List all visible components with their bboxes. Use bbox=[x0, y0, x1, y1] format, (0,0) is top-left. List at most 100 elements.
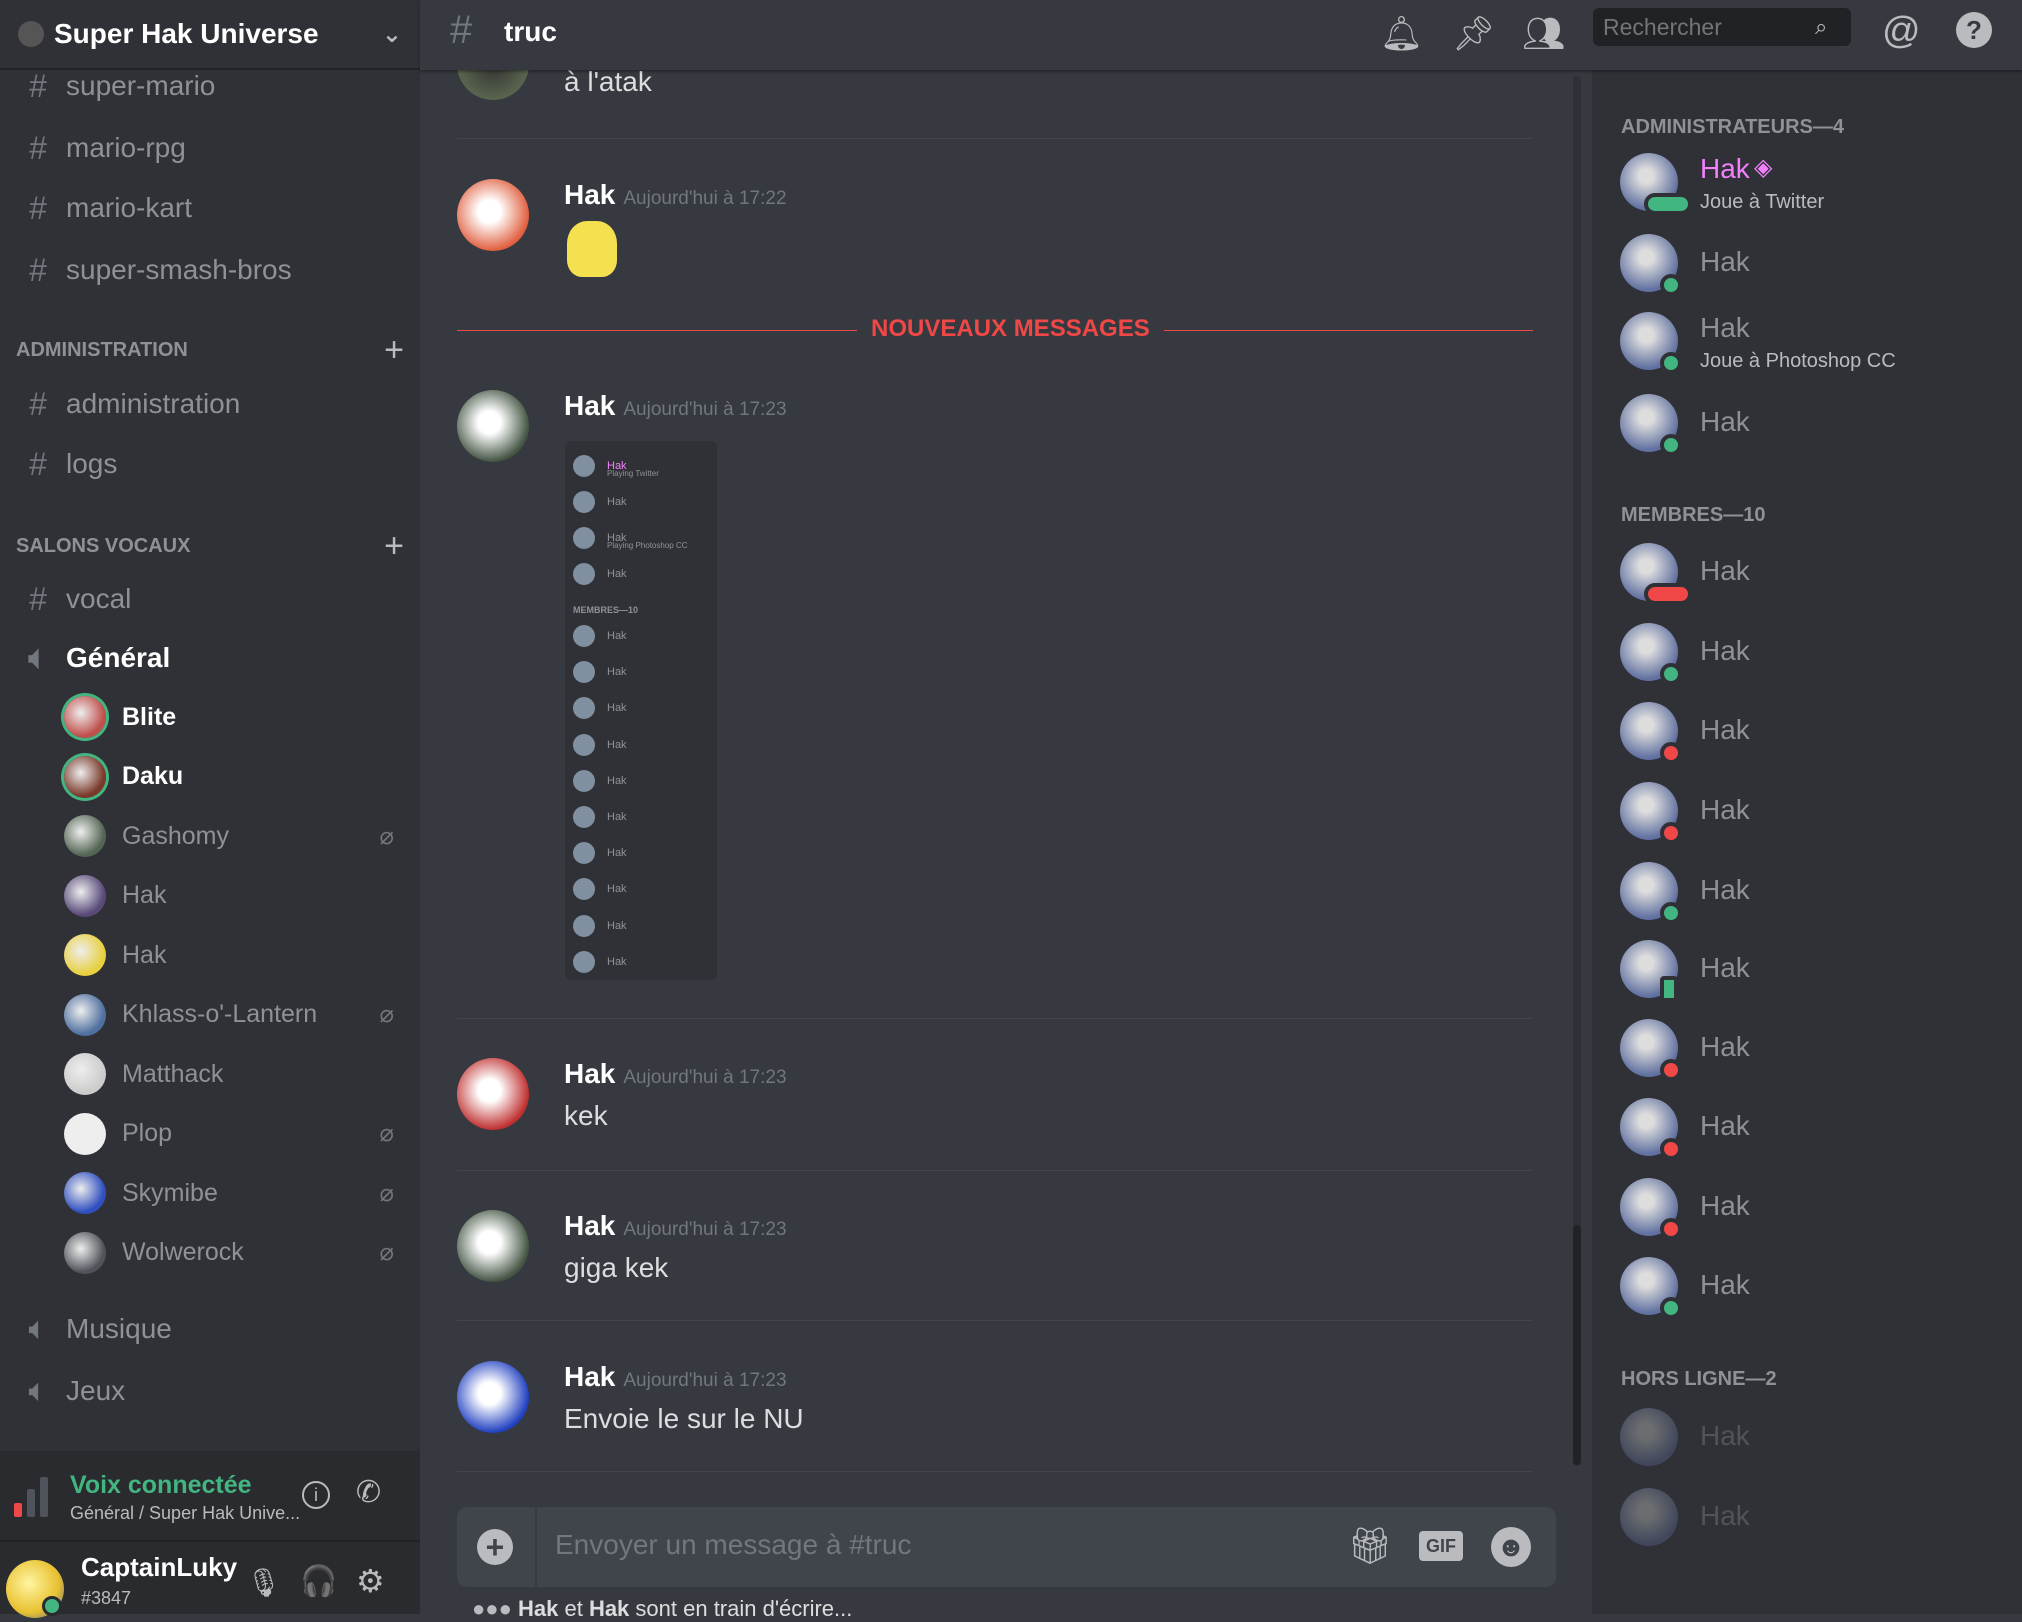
author-name[interactable]: Hak bbox=[564, 1058, 615, 1089]
avatar[interactable] bbox=[457, 390, 529, 462]
voice-user[interactable]: Daku bbox=[64, 752, 394, 802]
member-item[interactable]: Hak bbox=[1620, 234, 2010, 296]
member-name: Hak bbox=[1700, 714, 1750, 745]
voice-user[interactable]: Blite bbox=[64, 692, 394, 742]
voice-user[interactable]: Hak bbox=[64, 930, 394, 980]
muted-microphone-icon: ⌀ bbox=[379, 1001, 394, 1028]
server-icon bbox=[18, 21, 44, 47]
member-name: Hak bbox=[1700, 1420, 1750, 1451]
headphones-icon[interactable]: 🎧 bbox=[300, 1564, 337, 1599]
member-name: Hak bbox=[1700, 1031, 1750, 1062]
member-item[interactable]: Hak bbox=[1620, 782, 2010, 844]
member-item[interactable]: Hak bbox=[1620, 1257, 2010, 1319]
avatar[interactable] bbox=[457, 1058, 529, 1130]
member-list-icon[interactable]: 👥︎ bbox=[1522, 14, 1565, 54]
image-name: Hak bbox=[607, 738, 627, 751]
image-name: Hak bbox=[607, 811, 627, 823]
author-name[interactable]: Hak bbox=[564, 1210, 615, 1241]
member-item[interactable]: Hak bbox=[1620, 623, 2010, 685]
online-status-icon bbox=[42, 1596, 62, 1616]
author-name[interactable]: Hak bbox=[564, 179, 615, 210]
author-name[interactable]: Hak bbox=[564, 390, 615, 421]
avatar[interactable] bbox=[457, 1361, 529, 1433]
member-name: Hak bbox=[1700, 1190, 1750, 1221]
member-item[interactable]: Hak bbox=[1620, 1178, 2010, 1240]
voice-user-name: Wolwerock bbox=[122, 1238, 244, 1266]
help-icon[interactable]: ? bbox=[1956, 12, 1992, 48]
gif-button[interactable]: GIF bbox=[1419, 1531, 1463, 1561]
voice-user[interactable]: Plop ⌀ bbox=[64, 1109, 394, 1159]
emoji-icon[interactable]: ☻ bbox=[1491, 1527, 1531, 1567]
scrollbar-thumb[interactable] bbox=[1573, 1225, 1581, 1465]
channel-item[interactable]: # mario-kart bbox=[16, 183, 406, 233]
voice-user[interactable]: Matthack bbox=[64, 1049, 394, 1099]
add-channel-icon[interactable]: + bbox=[384, 527, 404, 566]
channel-item[interactable]: # administration bbox=[16, 379, 406, 429]
chevron-down-icon: ⌄ bbox=[381, 20, 402, 48]
channel-item[interactable]: # logs bbox=[16, 439, 406, 489]
voice-user[interactable]: Wolwerock ⌀ bbox=[64, 1228, 394, 1278]
member-item[interactable]: Hak bbox=[1620, 543, 2010, 605]
voice-user[interactable]: Gashomy ⌀ bbox=[64, 811, 394, 861]
channel-name: logs bbox=[66, 448, 118, 479]
voice-user-name: Plop bbox=[122, 1119, 173, 1147]
member-item[interactable]: Hak Joue à Photoshop CC bbox=[1620, 312, 2010, 374]
channel-item[interactable]: # super-smash-bros bbox=[16, 245, 406, 295]
voice-user[interactable]: Skymibe ⌀ bbox=[64, 1168, 394, 1218]
notification-bell-icon[interactable]: 🔔︎ bbox=[1380, 14, 1423, 54]
voice-user[interactable]: Hak bbox=[64, 871, 394, 921]
channel-item[interactable]: 🔈︎ Jeux bbox=[16, 1366, 406, 1416]
avatar bbox=[573, 697, 595, 720]
gift-icon[interactable]: 🎁︎ bbox=[1347, 1525, 1393, 1567]
avatar bbox=[64, 993, 106, 1036]
voice-user-name: Hak bbox=[122, 881, 167, 909]
microphone-icon[interactable]: 🎙 bbox=[246, 1566, 282, 1599]
settings-gear-icon[interactable]: ⚙ bbox=[356, 1562, 385, 1600]
channel-item[interactable]: # super-mario bbox=[16, 61, 406, 111]
add-channel-icon[interactable]: + bbox=[384, 331, 404, 370]
message-divider bbox=[457, 1018, 1533, 1019]
image-name: Hak bbox=[607, 702, 627, 715]
info-icon[interactable]: i bbox=[302, 1481, 330, 1509]
disconnect-icon[interactable]: ✆ bbox=[356, 1475, 381, 1510]
member-item[interactable]: Hak bbox=[1620, 862, 2010, 924]
voice-location[interactable]: Général / Super Hak Unive... bbox=[70, 1503, 300, 1524]
message-input[interactable]: Envoyer un message à #truc bbox=[555, 1529, 911, 1561]
member-item[interactable]: Hak bbox=[1620, 1408, 2010, 1470]
member-item[interactable]: Hak bbox=[1620, 1019, 2010, 1081]
hash-icon: # bbox=[29, 251, 47, 288]
channel-item[interactable]: # mario-rpg bbox=[16, 123, 406, 173]
pinned-messages-icon[interactable]: 📌︎ bbox=[1452, 14, 1495, 54]
voice-user[interactable]: Khlass-o'-Lantern ⌀ bbox=[64, 990, 394, 1040]
author-name[interactable]: Hak bbox=[564, 1361, 615, 1392]
image-name: Hak bbox=[607, 919, 627, 932]
voice-status[interactable]: Voix connectée bbox=[70, 1471, 252, 1500]
member-item[interactable]: Hak bbox=[1620, 702, 2010, 764]
image-activity: Playing Twitter bbox=[607, 469, 659, 478]
upload-plus-icon[interactable]: + bbox=[477, 1529, 513, 1565]
member-item[interactable]: Hak bbox=[1620, 1098, 2010, 1160]
attached-image[interactable]: Hak Hak Hak Hak MEMBRES—10 Hak Hak Hak Hak Hak Hak… bbox=[565, 441, 717, 980]
image-row: Hak bbox=[573, 878, 627, 901]
hash-icon: # bbox=[29, 129, 47, 166]
search-input[interactable] bbox=[1593, 8, 1851, 46]
member-item[interactable]: Hak bbox=[1620, 1488, 2010, 1550]
category-header[interactable]: ADMINISTRATION + bbox=[4, 331, 404, 369]
server-header[interactable]: Super Hak Universe ⌄ bbox=[0, 0, 420, 70]
member-name: Hak bbox=[1700, 555, 1750, 586]
channel-item[interactable]: # vocal bbox=[16, 574, 406, 624]
message-header: Hak Aujourd'hui à 17:23 bbox=[564, 1210, 787, 1242]
channel-item[interactable]: 🔈︎ Musique bbox=[16, 1304, 406, 1354]
timestamp: Aujourd'hui à 17:23 bbox=[623, 1370, 787, 1391]
mentions-icon[interactable]: @ bbox=[1882, 10, 1921, 53]
new-messages-divider: NOUVEAUX MESSAGES bbox=[457, 315, 1533, 343]
member-item[interactable]: Hak ◈ Joue à Twitter bbox=[1620, 153, 2010, 215]
avatar[interactable] bbox=[457, 1210, 529, 1282]
category-header[interactable]: SALONS VOCAUX + bbox=[4, 527, 404, 565]
speaker-icon: 🔈︎ bbox=[28, 639, 48, 675]
member-item[interactable]: Hak bbox=[1620, 940, 2010, 1002]
server-name: Super Hak Universe bbox=[54, 18, 319, 49]
channel-item[interactable]: 🔈︎ Général bbox=[16, 633, 406, 683]
avatar[interactable] bbox=[457, 179, 529, 251]
member-item[interactable]: Hak bbox=[1620, 394, 2010, 456]
